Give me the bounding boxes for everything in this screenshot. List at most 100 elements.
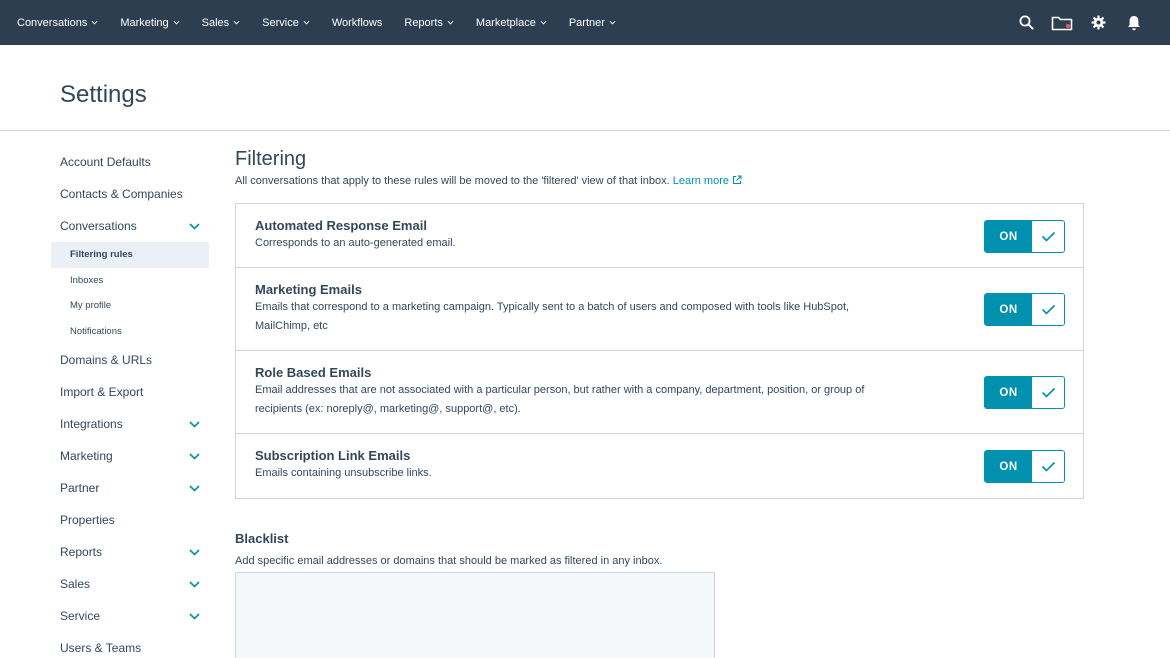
- sidebar-item-conversations[interactable]: Conversations: [51, 210, 209, 242]
- nav-item-label: Marketplace: [475, 16, 536, 29]
- toggle-on-label: ON: [985, 377, 1032, 408]
- sidebar-item-domains-urls[interactable]: Domains & URLs: [51, 344, 209, 376]
- sidebar-subitem-notifications[interactable]: Notifications: [51, 319, 209, 345]
- filtering-description: All conversations that apply to these ru…: [235, 175, 670, 187]
- nav-item-sales[interactable]: Sales: [202, 17, 241, 29]
- chevron-down-icon: [536, 19, 547, 26]
- toggle-on-label: ON: [985, 294, 1032, 325]
- filtering-panel: Filtering All conversations that apply t…: [235, 146, 1085, 658]
- checkmark-icon: [1032, 221, 1064, 252]
- checkmark-icon: [1032, 294, 1064, 325]
- learn-more-link[interactable]: Learn more: [673, 175, 742, 187]
- inbox-folder-icon[interactable]: [1044, 0, 1080, 45]
- sidebar-item-label: Partner: [60, 481, 100, 495]
- blacklist-description: Add specific email addresses or domains …: [235, 555, 663, 567]
- chevron-down-icon: [229, 19, 240, 26]
- sidebar-item-marketing[interactable]: Marketing: [51, 440, 209, 472]
- rule-toggle[interactable]: ON: [984, 293, 1065, 326]
- filter-rule-row: Role Based Emails Email addresses that ar…: [236, 351, 1083, 434]
- section-title: Filtering: [235, 148, 307, 170]
- rule-title: Automated Response Email: [255, 218, 427, 233]
- nav-item-label: Sales: [201, 16, 230, 29]
- checkmark-icon: [1032, 377, 1064, 408]
- rule-description: Emails containing unsubscribe links.: [255, 467, 432, 479]
- nav-item-marketing[interactable]: Marketing: [120, 17, 180, 29]
- toggle-on-label: ON: [985, 221, 1032, 252]
- nav-item-marketplace[interactable]: Marketplace: [476, 17, 547, 29]
- rule-toggle[interactable]: ON: [984, 450, 1065, 483]
- sidebar-item-label: Reports: [60, 545, 103, 559]
- sidebar-item-label: Conversations: [60, 219, 137, 233]
- sidebar-item-label: Users & Teams: [60, 641, 142, 655]
- sidebar-item-label: Contacts & Companies: [60, 187, 183, 201]
- sidebar-subitem-my-profile[interactable]: My profile: [51, 293, 209, 319]
- sidebar-item-sales[interactable]: Sales: [51, 568, 209, 600]
- sidebar-item-label: Import & Export: [60, 385, 144, 399]
- nav-item-conversations[interactable]: Conversations: [17, 17, 98, 29]
- chevron-down-icon: [189, 222, 200, 230]
- chevron-down-icon: [299, 19, 310, 26]
- chevron-down-icon: [169, 19, 180, 26]
- settings-sidebar: Account Defaults Contacts & Companies Conv…: [51, 146, 209, 658]
- rule-title: Role Based Emails: [255, 365, 372, 380]
- sidebar-subitem-inboxes[interactable]: Inboxes: [51, 268, 209, 294]
- blacklist-textarea[interactable]: [235, 572, 715, 658]
- rule-description: Emails that correspond to a marketing ca…: [255, 301, 850, 332]
- nav-item-label: Reports: [404, 16, 443, 29]
- sidebar-item-properties[interactable]: Properties: [51, 504, 209, 536]
- filter-rule-row: Automated Response Email Corresponds to a…: [236, 204, 1083, 268]
- rule-title: Subscription Link Emails: [255, 448, 411, 463]
- external-link-icon: [732, 175, 742, 185]
- filter-rule-row: Subscription Link Emails Emails containin…: [236, 434, 1083, 498]
- rule-description: Corresponds to an auto-generated email.: [255, 237, 456, 249]
- learn-more-label: Learn more: [672, 175, 729, 187]
- nav-item-label: Workflows: [331, 16, 383, 29]
- sidebar-item-service[interactable]: Service: [51, 600, 209, 632]
- page-title: Settings: [60, 81, 147, 108]
- top-navigation-bar: Conversations Marketing Sales Service Workfl…: [0, 0, 1170, 45]
- nav-menu: Conversations Marketing Sales Service Workfl…: [17, 17, 638, 29]
- sidebar-item-label: Marketing: [60, 449, 113, 463]
- sidebar-item-label: Service: [60, 609, 101, 623]
- nav-item-service[interactable]: Service: [262, 17, 310, 29]
- sidebar-item-partner[interactable]: Partner: [51, 472, 209, 504]
- sidebar-item-reports[interactable]: Reports: [51, 536, 209, 568]
- chevron-down-icon: [87, 19, 98, 26]
- rule-title: Marketing Emails: [255, 282, 362, 297]
- nav-item-partner[interactable]: Partner: [569, 17, 616, 29]
- chevron-down-icon: [189, 580, 200, 588]
- chevron-down-icon: [189, 548, 200, 556]
- sidebar-item-account-defaults[interactable]: Account Defaults: [51, 146, 209, 178]
- section-description: All conversations that apply to these ru…: [235, 175, 1085, 187]
- sidebar-item-integrations[interactable]: Integrations: [51, 408, 209, 440]
- search-icon[interactable]: [1008, 0, 1044, 45]
- chevron-down-icon: [189, 452, 200, 460]
- nav-item-label: Partner: [568, 16, 605, 29]
- chevron-down-icon: [189, 420, 200, 428]
- gear-icon[interactable]: [1080, 0, 1116, 45]
- filtering-rules-list: Automated Response Email Corresponds to a…: [235, 203, 1084, 499]
- blacklist-title: Blacklist: [235, 531, 289, 546]
- sidebar-item-label: Sales: [60, 577, 91, 591]
- rule-description: Email addresses that are not associated …: [255, 384, 865, 415]
- sidebar-subitem-filtering-rules[interactable]: Filtering rules: [51, 242, 209, 268]
- toggle-on-label: ON: [985, 451, 1032, 482]
- checkmark-icon: [1032, 451, 1064, 482]
- sidebar-item-contacts-companies[interactable]: Contacts & Companies: [51, 178, 209, 210]
- filter-rule-row: Marketing Emails Emails that correspond t…: [236, 268, 1083, 351]
- nav-icons: [1008, 0, 1152, 45]
- chevron-down-icon: [189, 484, 200, 492]
- chevron-down-icon: [189, 612, 200, 620]
- nav-item-workflows[interactable]: Workflows: [332, 17, 383, 29]
- chevron-down-icon: [443, 19, 454, 26]
- sidebar-item-label: Domains & URLs: [60, 353, 153, 367]
- chevron-down-icon: [605, 19, 616, 26]
- rule-toggle[interactable]: ON: [984, 376, 1065, 409]
- settings-header: Settings: [0, 45, 1170, 131]
- sidebar-item-import-export[interactable]: Import & Export: [51, 376, 209, 408]
- sidebar-item-users-teams[interactable]: Users & Teams: [51, 632, 209, 658]
- nav-item-reports[interactable]: Reports: [404, 17, 454, 29]
- bell-icon[interactable]: [1116, 0, 1152, 45]
- rule-toggle[interactable]: ON: [984, 220, 1065, 253]
- nav-item-label: Service: [262, 16, 299, 29]
